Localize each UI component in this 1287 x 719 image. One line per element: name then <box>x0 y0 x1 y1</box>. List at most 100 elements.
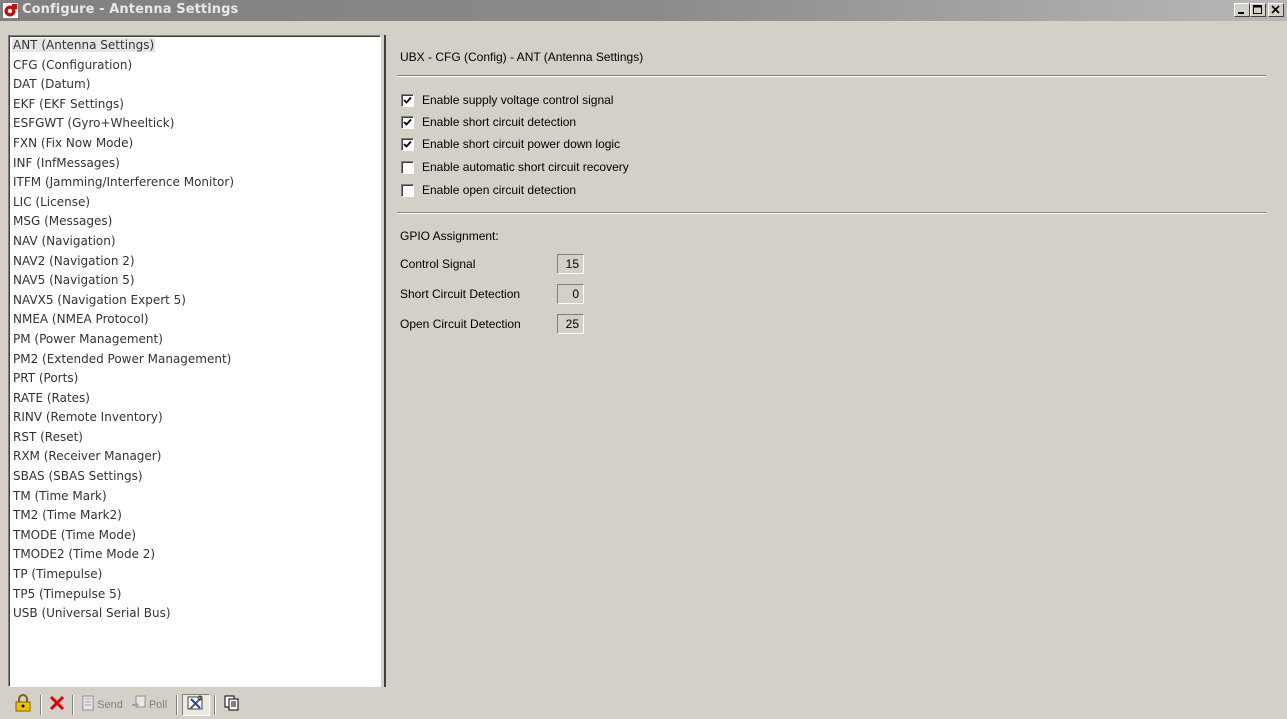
list-item[interactable]: EKF (EKF Settings) <box>9 95 380 115</box>
list-item-label: EKF (EKF Settings) <box>13 96 124 111</box>
list-item[interactable]: RATE (Rates) <box>9 389 380 409</box>
list-item[interactable]: RINV (Remote Inventory) <box>9 408 380 428</box>
list-item-label: NAV (Navigation) <box>13 233 116 248</box>
send-button[interactable]: Send <box>78 694 126 716</box>
list-item[interactable]: PM (Power Management) <box>9 330 380 350</box>
message-list[interactable]: ANT (Antenna Settings) CFG (Configuration… <box>8 35 381 687</box>
list-item[interactable]: NMEA (NMEA Protocol) <box>9 310 380 330</box>
list-item[interactable]: USB (Universal Serial Bus) <box>9 604 380 624</box>
gpio-label: Short Circuit Detection <box>400 287 521 301</box>
checkbox[interactable] <box>401 183 414 197</box>
minimize-button[interactable] <box>1234 3 1250 17</box>
app-icon <box>3 3 18 18</box>
list-item-label: NMEA (NMEA Protocol) <box>13 312 149 327</box>
list-item[interactable]: TMODE (Time Mode) <box>9 526 380 546</box>
bottom-toolbar: Send Poll <box>0 690 1287 719</box>
list-item[interactable]: ITFM (Jamming/Interference Monitor) <box>9 173 380 193</box>
gpio-label: Open Circuit Detection <box>400 317 521 331</box>
list-item-label: RST (Reset) <box>13 429 83 444</box>
maximize-button[interactable] <box>1250 3 1266 17</box>
list-item[interactable]: LIC (License) <box>9 193 380 213</box>
list-item-label: SBAS (SBAS Settings) <box>13 469 143 484</box>
checkbox-label: Enable automatic short circuit recovery <box>422 160 629 174</box>
window-title: Configure - Antenna Settings <box>22 2 239 17</box>
list-item-label: NAVX5 (Navigation Expert 5) <box>13 292 186 307</box>
option-checkbox-row[interactable]: Enable short circuit detection <box>401 114 576 130</box>
list-item[interactable]: NAV2 (Navigation 2) <box>9 252 380 272</box>
list-item[interactable]: TM2 (Time Mark2) <box>9 506 380 526</box>
list-item[interactable]: TP (Timepulse) <box>9 565 380 585</box>
checkbox[interactable] <box>401 115 414 129</box>
toolbar-separator <box>214 694 216 715</box>
copy-button[interactable] <box>220 694 244 716</box>
list-item-label: TM (Time Mark) <box>13 488 107 503</box>
list-item[interactable]: NAV5 (Navigation 5) <box>9 271 380 291</box>
settings-panel: UBX - CFG (Config) - ANT (Antenna Settin… <box>388 35 1280 687</box>
list-item[interactable]: TMODE2 (Time Mode 2) <box>9 545 380 565</box>
check-icon <box>403 140 412 148</box>
poll-button[interactable]: Poll <box>126 694 172 716</box>
checkbox-label: Enable supply voltage control signal <box>422 93 614 107</box>
list-item-label: RINV (Remote Inventory) <box>13 410 163 425</box>
list-item[interactable]: INF (InfMessages) <box>9 154 380 174</box>
list-item[interactable]: ANT (Antenna Settings) <box>9 36 380 56</box>
option-checkbox-row[interactable]: Enable automatic short circuit recovery <box>401 159 629 175</box>
list-item-label: PRT (Ports) <box>13 371 79 386</box>
list-item[interactable]: SBAS (SBAS Settings) <box>9 467 380 487</box>
checkbox-label: Enable open circuit detection <box>422 183 577 197</box>
option-checkbox-row[interactable]: Enable supply voltage control signal <box>401 92 613 108</box>
title-bar[interactable]: Configure - Antenna Settings <box>0 0 1287 21</box>
list-item[interactable]: MSG (Messages) <box>9 212 380 232</box>
check-icon <box>403 96 412 104</box>
close-button[interactable] <box>1268 3 1284 17</box>
send-label: Send <box>97 698 123 711</box>
list-item-label: RATE (Rates) <box>13 390 90 405</box>
list-item[interactable]: NAVX5 (Navigation Expert 5) <box>9 291 380 311</box>
lock-icon <box>15 694 31 715</box>
list-item[interactable]: RXM (Receiver Manager) <box>9 447 380 467</box>
separator <box>397 75 1266 77</box>
option-checkbox-row[interactable]: Enable open circuit detection <box>401 182 576 198</box>
splitter[interactable] <box>381 35 386 687</box>
list-item-label: ITFM (Jamming/Interference Monitor) <box>13 175 235 190</box>
toolbar-separator <box>72 694 74 715</box>
option-checkbox-row[interactable]: Enable short circuit power down logic <box>401 136 620 152</box>
list-item[interactable]: ESFGWT (Gyro+Wheeltick) <box>9 114 380 134</box>
list-item[interactable]: TM (Time Mark) <box>9 487 380 507</box>
list-item[interactable]: NAV (Navigation) <box>9 232 380 252</box>
list-item-label: TMODE2 (Time Mode 2) <box>13 547 156 562</box>
list-item-label: TM2 (Time Mark2) <box>13 508 122 523</box>
list-item-label: USB (Universal Serial Bus) <box>13 606 171 621</box>
list-item-label: TP (Timepulse) <box>13 567 103 582</box>
gpio-title: GPIO Assignment: <box>400 229 499 243</box>
list-item[interactable]: CFG (Configuration) <box>9 56 380 76</box>
toolbar-separator <box>176 694 178 715</box>
poll-icon <box>131 695 147 714</box>
list-item-label: TP5 (Timepulse 5) <box>13 586 122 601</box>
separator <box>397 212 1266 214</box>
list-item[interactable]: TP5 (Timepulse 5) <box>9 585 380 605</box>
list-item-label: LIC (License) <box>13 194 91 209</box>
checkbox-label: Enable short circuit power down logic <box>422 137 621 151</box>
config-tools-button[interactable] <box>182 693 210 716</box>
copy-icon <box>224 695 240 714</box>
list-item-label: ESFGWT (Gyro+Wheeltick) <box>13 116 175 131</box>
checkbox[interactable] <box>401 160 414 174</box>
list-item[interactable]: RST (Reset) <box>9 428 380 448</box>
window-controls <box>1234 3 1284 17</box>
list-item[interactable]: DAT (Datum) <box>9 75 380 95</box>
revert-button[interactable] <box>46 694 68 716</box>
red-x-icon <box>49 695 65 714</box>
checkbox[interactable] <box>401 93 414 107</box>
list-item-label: TMODE (Time Mode) <box>13 527 137 542</box>
list-item[interactable]: FXN (Fix Now Mode) <box>9 134 380 154</box>
list-item-label: PM2 (Extended Power Management) <box>13 351 232 366</box>
list-item[interactable]: PM2 (Extended Power Management) <box>9 350 380 370</box>
checkbox[interactable] <box>401 137 414 151</box>
list-item[interactable]: PRT (Ports) <box>9 369 380 389</box>
list-item-label: FXN (Fix Now Mode) <box>13 135 134 150</box>
panel-title: UBX - CFG (Config) - ANT (Antenna Settin… <box>400 50 644 64</box>
send-icon <box>81 695 95 714</box>
lock-button[interactable] <box>10 694 36 716</box>
gpio-label: Control Signal <box>400 257 476 271</box>
